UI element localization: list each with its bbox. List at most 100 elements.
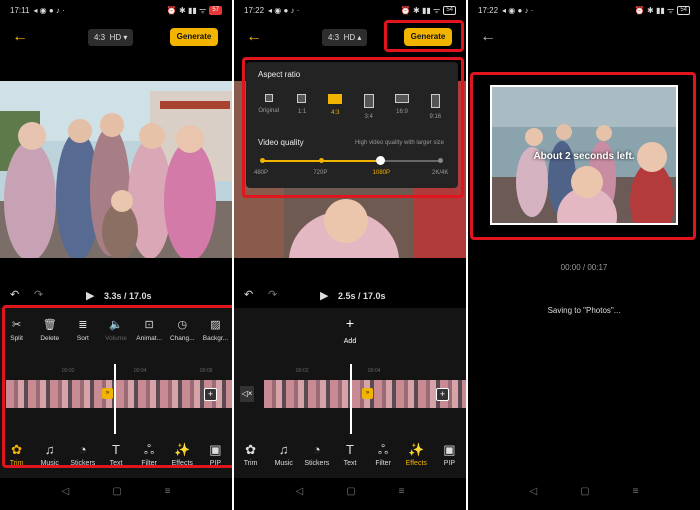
screen-saving: 17:22 ◂ ◉ ● ♪ · ⏰ ✱ ▮▮ ᯤ 54 ← About 2 seco… bbox=[468, 0, 700, 510]
redo-icon[interactable]: ↷ bbox=[34, 288, 43, 301]
tab-pip[interactable]: ▣ PIP bbox=[433, 442, 466, 472]
tool-speed[interactable]: ◷ Chang... bbox=[166, 318, 199, 346]
aspect-option[interactable]: 4:3 bbox=[319, 94, 352, 120]
clip-strip[interactable]: » + bbox=[6, 380, 232, 408]
nav-back-icon[interactable]: ◁ bbox=[530, 486, 538, 502]
tab-effects[interactable]: ✨ Effects bbox=[166, 442, 199, 472]
slider-handle[interactable] bbox=[376, 156, 386, 165]
nav-home-icon[interactable]: ▢ bbox=[580, 486, 589, 502]
back-arrow-icon[interactable]: ← bbox=[246, 28, 262, 46]
export-preview: About 2 seconds left. bbox=[490, 85, 678, 225]
transition-badge[interactable]: » bbox=[362, 388, 373, 399]
back-arrow-icon[interactable]: ← bbox=[480, 28, 496, 46]
nav-menu-icon[interactable]: ≡ bbox=[633, 486, 639, 502]
ratio-quality-button[interactable]: 4:3 HD ▴ bbox=[322, 29, 368, 46]
quality-slider[interactable] bbox=[259, 156, 443, 165]
generate-button[interactable]: Generate bbox=[404, 28, 452, 46]
aspect-option[interactable]: 9:16 bbox=[419, 94, 452, 120]
aspect-option[interactable]: Original bbox=[252, 94, 285, 120]
tab-text[interactable]: T Text bbox=[333, 442, 366, 472]
tab-label: Filter bbox=[141, 460, 157, 467]
tab-trim[interactable]: ✿ Trim bbox=[234, 442, 267, 472]
nav-home-icon[interactable]: ▢ bbox=[112, 486, 121, 502]
tab-effects[interactable]: ✨ Effects bbox=[400, 442, 433, 472]
editor-panel: + Add 00:02 00:04 ◁× » + ✿ Trim ♫ Music ◔ Stic… bbox=[234, 308, 466, 478]
aspect-shape-icon bbox=[297, 94, 307, 103]
ratio-quality-button[interactable]: 4:3 HD ▾ bbox=[88, 29, 134, 46]
aspect-label: 3:4 bbox=[364, 114, 373, 120]
back-arrow-icon[interactable]: ← bbox=[12, 28, 28, 46]
tab-pip[interactable]: ▣ PIP bbox=[199, 442, 232, 472]
add-button[interactable]: + Add bbox=[234, 316, 466, 348]
mute-icon[interactable]: ◁× bbox=[240, 386, 254, 402]
animation-icon: ⊡ bbox=[144, 319, 154, 331]
aspect-option[interactable]: 3:4 bbox=[352, 94, 385, 120]
nav-back-icon[interactable]: ◁ bbox=[62, 486, 70, 502]
undo-icon[interactable]: ↶ bbox=[244, 288, 253, 301]
text-icon: T bbox=[112, 442, 120, 457]
quality-option-label[interactable]: 720P bbox=[313, 170, 327, 176]
export-settings-dropdown: Aspect ratio Original 1:1 4:3 3:4 16:9 9:16 V… bbox=[246, 62, 458, 188]
clip-strip[interactable]: » + bbox=[264, 380, 466, 408]
tool-list[interactable]: ≣ Sort bbox=[66, 318, 99, 346]
nav-menu-icon[interactable]: ≡ bbox=[399, 486, 405, 502]
aspect-shape-icon bbox=[430, 94, 440, 108]
tool-background[interactable]: ▨ Backgr... bbox=[199, 318, 232, 346]
slider-stop bbox=[259, 158, 265, 163]
aspect-label: 4:3 bbox=[331, 110, 340, 116]
pip-icon: ▣ bbox=[443, 442, 456, 457]
tab-text[interactable]: T Text bbox=[99, 442, 132, 472]
quality-hint: High video quality with larger size bbox=[354, 140, 444, 146]
tool-trash[interactable]: 🗑 Delete bbox=[33, 318, 66, 346]
video-quality-title: Video quality bbox=[258, 138, 304, 147]
nav-home-icon[interactable]: ▢ bbox=[346, 486, 355, 502]
aspect-option[interactable]: 1:1 bbox=[285, 94, 318, 120]
quality-option-label[interactable]: 480P bbox=[254, 170, 268, 176]
tab-sticker[interactable]: ◔ Stickers bbox=[300, 442, 333, 472]
trim-icon: ✿ bbox=[11, 442, 23, 457]
tab-label: Filter bbox=[375, 460, 391, 467]
tab-trim[interactable]: ✿ Trim bbox=[0, 442, 33, 472]
ratio-label: 4:3 bbox=[328, 33, 340, 42]
playhead[interactable] bbox=[350, 364, 352, 434]
transition-badge[interactable]: » bbox=[102, 388, 113, 399]
undo-icon[interactable]: ↶ bbox=[10, 288, 19, 301]
playback-controls: ↶ ↷ ▶ 2.5s / 17.0s bbox=[234, 288, 466, 306]
add-clip-icon[interactable]: + bbox=[436, 388, 449, 401]
play-icon[interactable]: ▶ bbox=[320, 289, 328, 302]
tool-label: Split bbox=[10, 335, 23, 342]
nav-back-icon[interactable]: ◁ bbox=[296, 486, 304, 502]
system-nav-bar: ◁ ▢ ≡ bbox=[234, 486, 466, 502]
notification-icons: ◂ ◉ ● ♪ · bbox=[268, 5, 300, 15]
add-clip-icon[interactable]: + bbox=[204, 388, 217, 401]
aspect-shape-icon bbox=[394, 94, 409, 103]
tab-filter[interactable]: ஃ Filter bbox=[133, 442, 166, 472]
tab-music[interactable]: ♫ Music bbox=[33, 442, 66, 472]
redo-icon[interactable]: ↷ bbox=[268, 288, 277, 301]
filter-icon: ஃ bbox=[144, 442, 155, 457]
tab-label: PIP bbox=[209, 460, 222, 467]
quality-option-label[interactable]: 1080P bbox=[373, 170, 390, 176]
tool-animation[interactable]: ⊡ Animat... bbox=[133, 318, 166, 346]
tool-speaker[interactable]: 🔈 Volume bbox=[99, 318, 132, 346]
aspect-option[interactable]: 16:9 bbox=[385, 94, 418, 120]
tab-label: Text bbox=[343, 460, 357, 467]
status-bar: 17:11 ◂ ◉ ● ♪ · ⏰ ✱ ▮▮ ᯤ 57 bbox=[0, 0, 232, 20]
timeline-tick: 00:04 bbox=[368, 368, 381, 374]
generate-button[interactable]: Generate bbox=[170, 28, 218, 46]
play-icon[interactable]: ▶ bbox=[86, 289, 94, 302]
tab-label: PIP bbox=[443, 460, 456, 467]
tab-sticker[interactable]: ◔ Stickers bbox=[66, 442, 99, 472]
background-icon: ▨ bbox=[210, 319, 221, 331]
tab-filter[interactable]: ஃ Filter bbox=[367, 442, 400, 472]
playhead[interactable] bbox=[114, 364, 116, 434]
tab-music[interactable]: ♫ Music bbox=[267, 442, 300, 472]
aspect-label: 1:1 bbox=[297, 109, 307, 115]
tool-scissors[interactable]: ✂ Split bbox=[0, 318, 33, 346]
nav-menu-icon[interactable]: ≡ bbox=[165, 486, 171, 502]
quality-label: HD bbox=[109, 33, 122, 42]
timeline-tick: 00:02 bbox=[62, 368, 75, 374]
tab-label: Music bbox=[274, 460, 293, 467]
quality-option-label[interactable]: 2K/4K bbox=[432, 170, 448, 176]
export-progress-time: 00:00 / 00:17 bbox=[560, 263, 608, 272]
